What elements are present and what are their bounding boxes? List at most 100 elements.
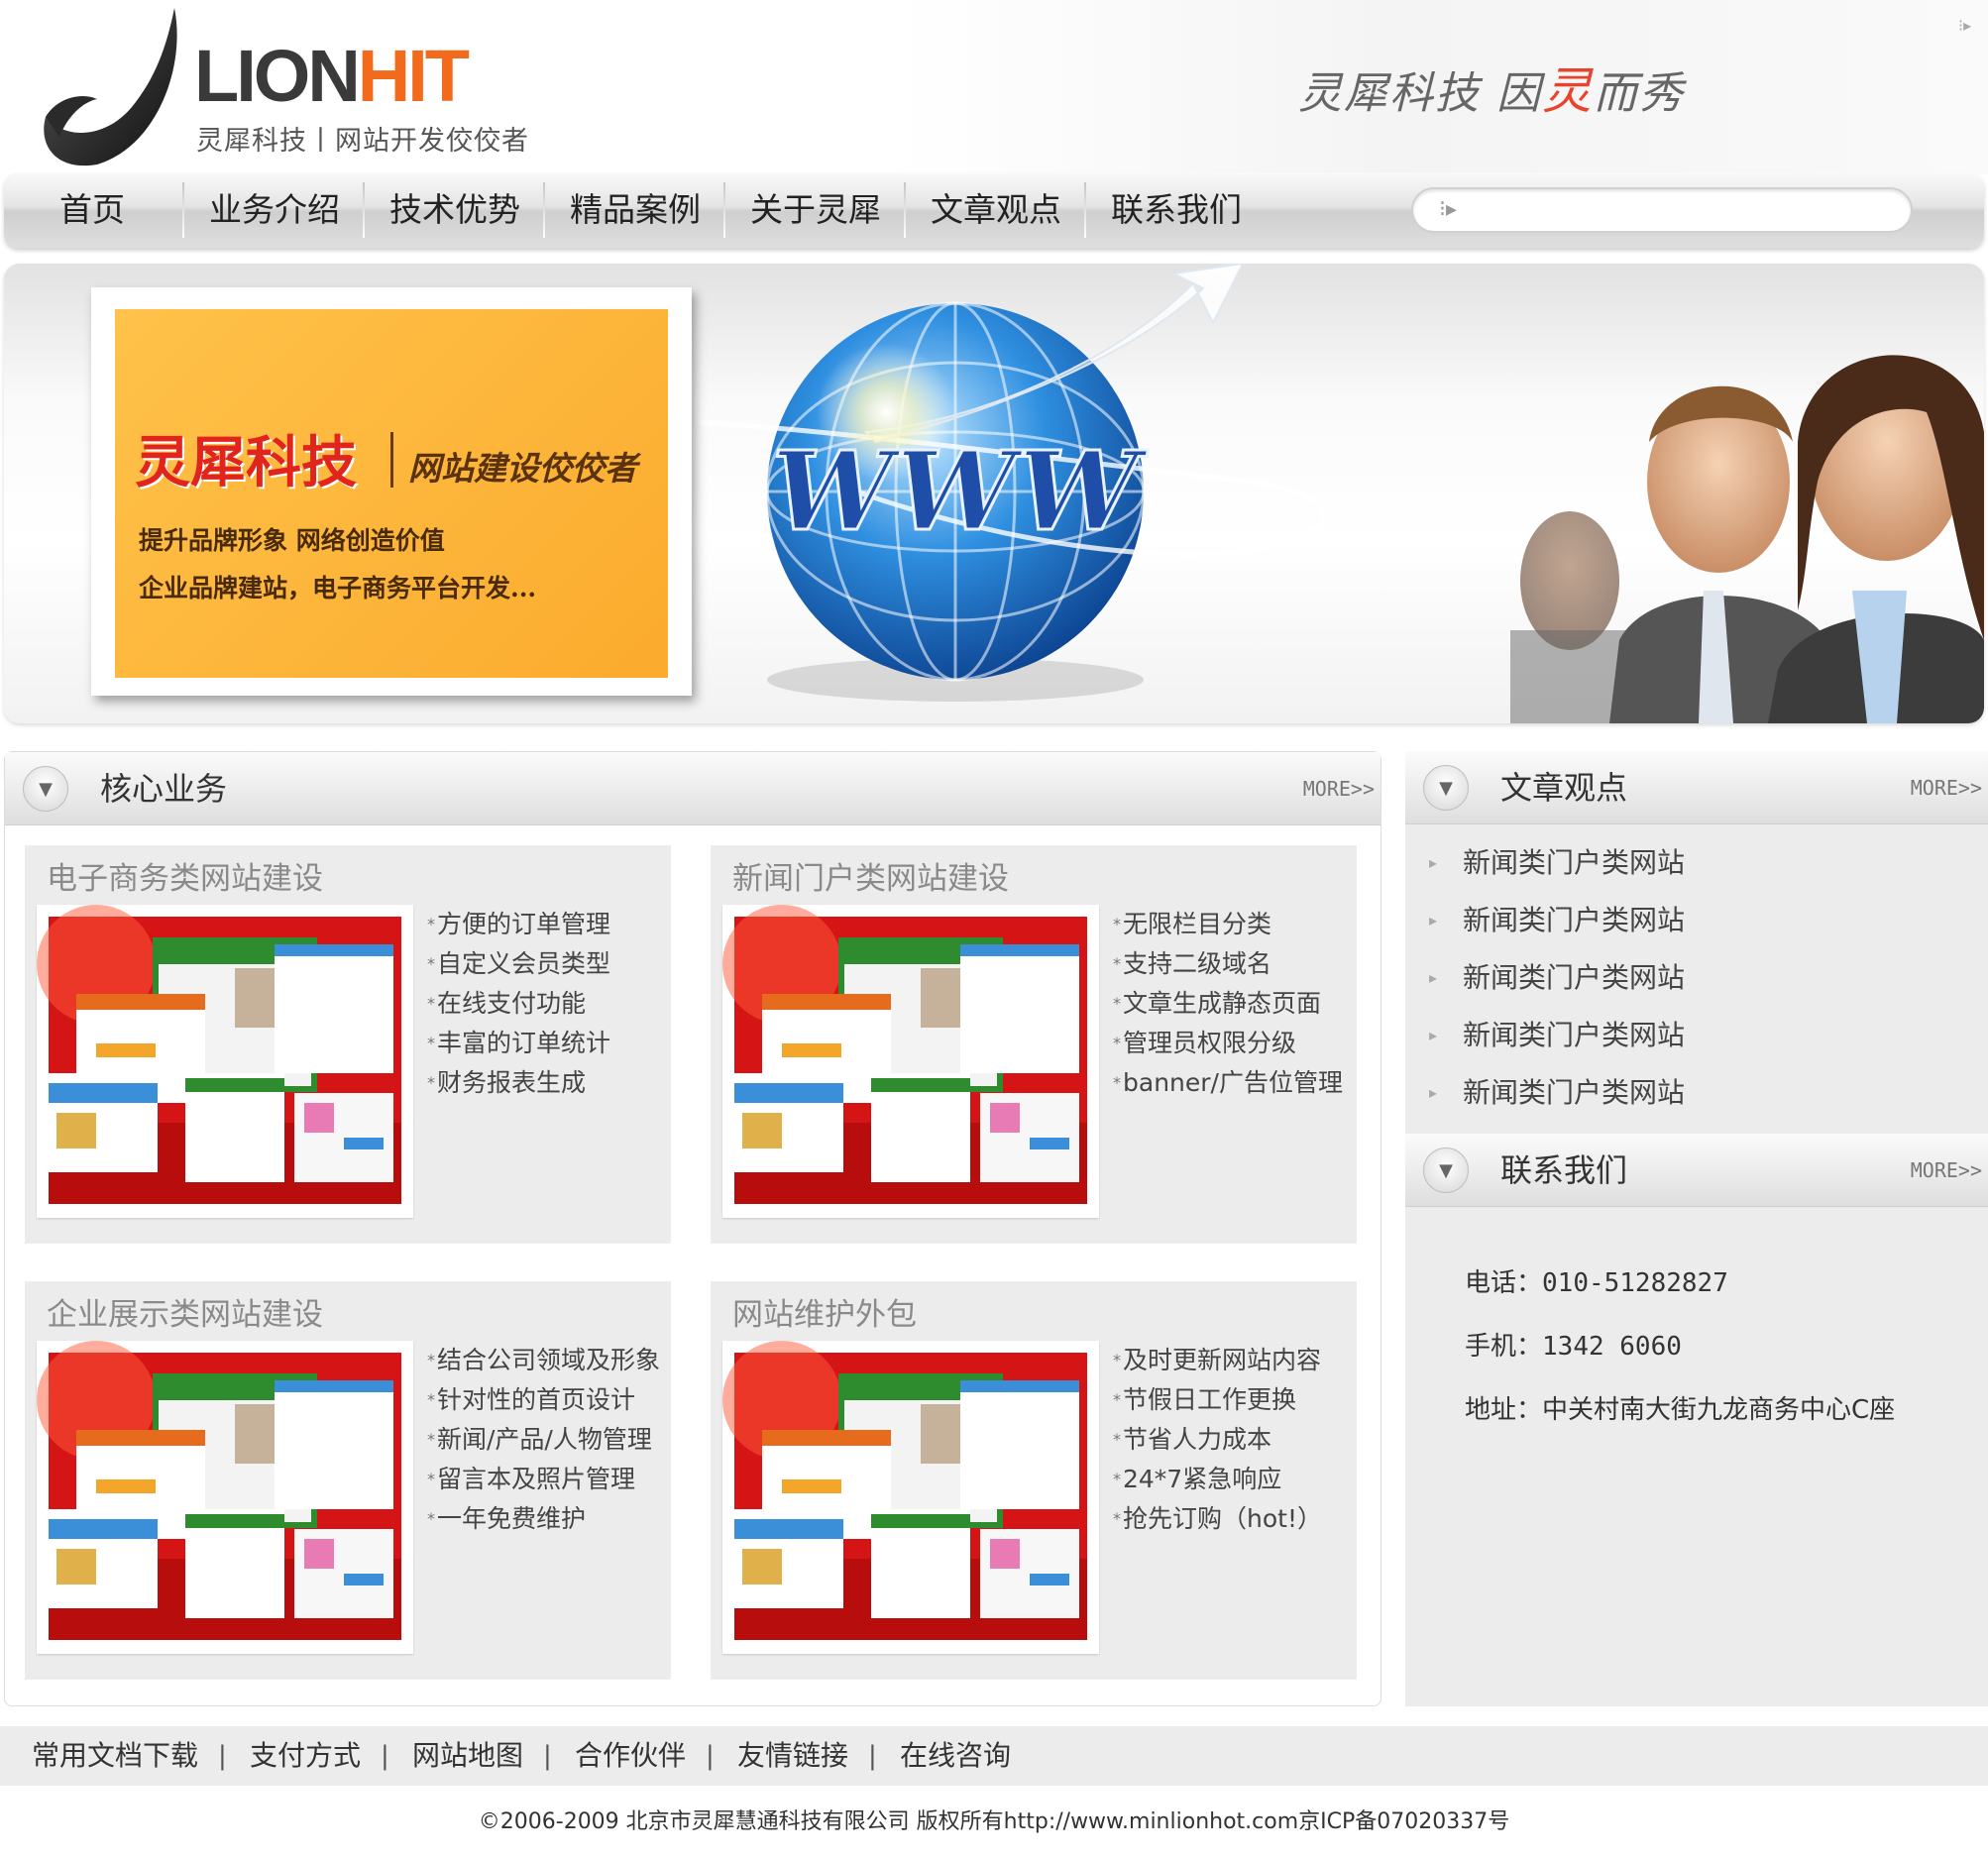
articles-title: 文章观点 [1500, 769, 1628, 807]
footer-link-docs[interactable]: 常用文档下载 [32, 1726, 198, 1786]
article-link[interactable]: 新闻类门户类网站 [1405, 949, 1988, 1007]
slogan-accent: 灵 [1542, 62, 1594, 120]
search-box[interactable]: ⁝▸ [1411, 187, 1913, 233]
contact-mobile: 手机：1342 6060 [1465, 1326, 1682, 1363]
footer-separator: | [868, 1741, 877, 1771]
hero-banner: WWW 灵犀科技 网站建设佼佼者 提升品牌形象 网络创造价值 企业品牌建站，电子… [4, 264, 1984, 723]
service-card-title: 新闻门户类网站建设 [732, 861, 1009, 897]
nav-separator [904, 182, 906, 238]
feature-item: 新闻/产品/人物管理 [427, 1420, 660, 1460]
nav-item-articles[interactable]: 文章观点 [910, 172, 1082, 248]
promo-line-2: 企业品牌建站，电子商务平台开发... [139, 574, 537, 602]
arrow-right-dotted-icon: ⁝▸ [1958, 16, 1972, 35]
footer-link-consult[interactable]: 在线咨询 [900, 1726, 1011, 1786]
footer-separator: | [381, 1741, 389, 1771]
core-business-panel: ▼ 核心业务 MORE>> 电子商务类网站建设 * 方便的订单管理 * 自定义会… [4, 751, 1381, 1706]
article-link[interactable]: 新闻类门户类网站 [1405, 1007, 1988, 1064]
site-header: LIONHIT 灵犀科技丨网站开发佼佼者 灵犀科技 因灵而秀 ⁝▸ [0, 0, 1988, 174]
contact-address: 地址：中关村南大街九龙商务中心C座 [1465, 1389, 1895, 1426]
feature-item: 丰富的订单统计 [427, 1024, 610, 1063]
footer-separator: | [218, 1741, 227, 1771]
article-link[interactable]: 新闻类门户类网站 [1405, 1064, 1988, 1122]
nav-separator [723, 182, 725, 238]
feature-item: 管理员权限分级 [1113, 1024, 1343, 1063]
logo-wordmark[interactable]: LIONHIT [194, 40, 470, 113]
feature-item: 在线支付功能 [427, 984, 610, 1024]
globe-www-text: WWW [772, 427, 1149, 555]
website-collage-thumbnail[interactable] [37, 1341, 413, 1654]
feature-item: 自定义会员类型 [427, 944, 610, 984]
website-collage-thumbnail[interactable] [722, 1341, 1099, 1654]
feature-item: 文章生成静态页面 [1113, 984, 1343, 1024]
nav-item-home[interactable]: 首页 [18, 172, 166, 248]
core-business-title: 核心业务 [100, 770, 228, 808]
article-link[interactable]: 新闻类门户类网站 [1405, 834, 1988, 892]
service-card-ecommerce[interactable]: 电子商务类网站建设 * 方便的订单管理 * 自定义会员类型 * 在线支付功能 *… [25, 845, 671, 1244]
phone-value: 010-51282827 [1542, 1268, 1728, 1298]
nav-separator [363, 182, 365, 238]
footer-link-payment[interactable]: 支付方式 [250, 1726, 361, 1786]
contact-header: ▼ 联系我们 MORE>> [1405, 1134, 1988, 1207]
slogan-part2: 而秀 [1594, 68, 1685, 119]
article-list: 新闻类门户类网站 新闻类门户类网站 新闻类门户类网站 新闻类门户类网站 新闻类门… [1405, 834, 1988, 1122]
promo-title: 灵犀科技 [135, 430, 357, 495]
search-input[interactable] [1463, 193, 1879, 229]
logo-accent-text: HIT [357, 35, 470, 117]
logo-subtitle: 灵犀科技丨网站开发佼佼者 [196, 126, 529, 157]
feature-item: 24*7紧急响应 [1113, 1460, 1322, 1499]
promo-divider [390, 432, 393, 488]
nav-item-about[interactable]: 关于灵犀 [729, 172, 902, 248]
main-nav: 首页 业务介绍 技术优势 精品案例 关于灵犀 文章观点 联系我们 ⁝▸ [4, 172, 1984, 248]
feature-list: 结合公司领域及形象 针对性的首页设计 新闻/产品/人物管理 留言本及照片管理 一… [427, 1341, 660, 1539]
article-link[interactable]: 新闻类门户类网站 [1405, 892, 1988, 949]
feature-item: 方便的订单管理 [427, 905, 610, 944]
service-card-corporate[interactable]: 企业展示类网站建设 * 结合公司领域及形象 * 针对性的首页设计 * 新闻/产品… [25, 1281, 671, 1680]
contact-more-link[interactable]: MORE>> [1911, 1134, 1982, 1207]
website-collage-thumbnail[interactable] [722, 905, 1099, 1218]
footer-link-friends[interactable]: 友情链接 [737, 1726, 848, 1786]
core-more-link[interactable]: MORE>> [1303, 752, 1375, 825]
service-card-maintenance[interactable]: 网站维护外包 * 及时更新网站内容 * 节假日工作更换 * 节省人力成本 * 2… [711, 1281, 1357, 1680]
feature-item: 财务报表生成 [427, 1063, 610, 1103]
header-slogan: 灵犀科技 因灵而秀 [1298, 52, 1685, 123]
nav-separator [543, 182, 545, 238]
feature-item: 节假日工作更换 [1113, 1380, 1322, 1420]
footer-link-partners[interactable]: 合作伙伴 [575, 1726, 686, 1786]
chevron-down-icon[interactable]: ▼ [1423, 1148, 1469, 1193]
nav-item-business[interactable]: 业务介绍 [188, 172, 361, 248]
nav-item-tech[interactable]: 技术优势 [369, 172, 541, 248]
mobile-label: 手机： [1465, 1332, 1543, 1362]
chevron-down-icon[interactable]: ▼ [1423, 765, 1469, 811]
website-collage-image [722, 1341, 1087, 1640]
footer-link-sitemap[interactable]: 网站地图 [412, 1726, 523, 1786]
service-card-title: 网站维护外包 [732, 1297, 917, 1333]
service-card-title: 电子商务类网站建设 [47, 861, 323, 897]
service-card-news-portal[interactable]: 新闻门户类网站建设 * 无限栏目分类 * 支持二级域名 * 文章生成静态页面 *… [711, 845, 1357, 1244]
nav-item-contact[interactable]: 联系我们 [1090, 172, 1263, 248]
feature-item: 抢先订购（hot!） [1113, 1499, 1322, 1539]
core-business-header: ▼ 核心业务 MORE>> [5, 752, 1381, 825]
promo-tagline: 网站建设佼佼者 [408, 449, 637, 488]
logo-primary-text: LION [194, 35, 361, 117]
footer-separator: | [706, 1741, 715, 1771]
website-collage-thumbnail[interactable] [37, 905, 413, 1218]
nav-separator [182, 182, 184, 238]
website-collage-image [722, 905, 1087, 1204]
feature-item: 一年免费维护 [427, 1499, 660, 1539]
nav-item-cases[interactable]: 精品案例 [549, 172, 721, 248]
nav-separator [1084, 182, 1086, 238]
feature-item: 支持二级域名 [1113, 944, 1343, 984]
promo-panel: 灵犀科技 网站建设佼佼者 提升品牌形象 网络创造价值 企业品牌建站，电子商务平台… [115, 309, 668, 678]
feature-item: 及时更新网站内容 [1113, 1341, 1322, 1380]
footer-separator: | [543, 1741, 552, 1771]
address-value: 中关村南大街九龙商务中心C座 [1542, 1395, 1896, 1425]
people-photo [1510, 355, 1984, 723]
contact-phone: 电话：010-51282827 [1465, 1262, 1728, 1299]
contact-info: 电话：010-51282827 手机：1342 6060 地址：中关村南大街九龙… [1405, 1211, 1988, 1706]
promo-card[interactable]: 灵犀科技 网站建设佼佼者 提升品牌形象 网络创造价值 企业品牌建站，电子商务平台… [91, 287, 692, 696]
feature-list: 及时更新网站内容 节假日工作更换 节省人力成本 24*7紧急响应 抢先订购（ho… [1113, 1341, 1322, 1539]
chevron-down-icon[interactable]: ▼ [23, 766, 68, 812]
sidebar: ▼ 文章观点 MORE>> 新闻类门户类网站 新闻类门户类网站 新闻类门户类网站… [1405, 751, 1988, 1706]
promo-line-1: 提升品牌形象 网络创造价值 [139, 526, 445, 555]
articles-more-link[interactable]: MORE>> [1911, 751, 1982, 824]
